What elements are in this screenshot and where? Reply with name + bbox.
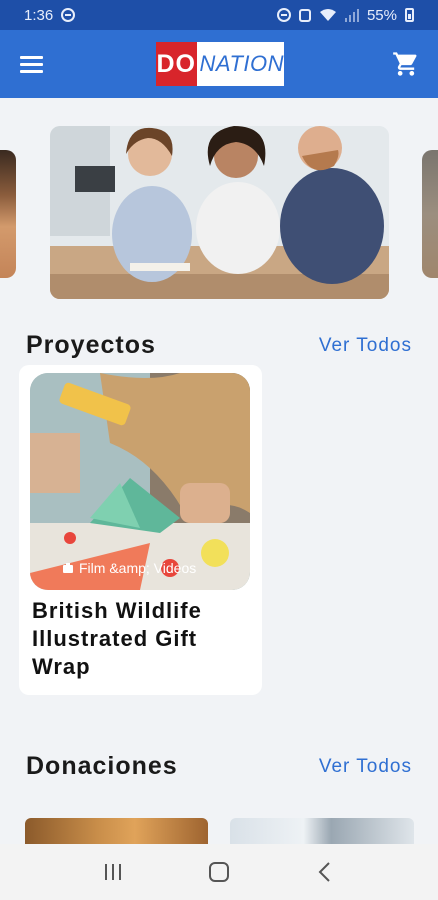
do-not-disturb-icon xyxy=(61,8,76,22)
battery-icon xyxy=(405,8,414,22)
back-icon xyxy=(318,862,330,882)
app-bar: DO NATION xyxy=(0,30,438,98)
projects-see-all-link[interactable]: Ver Todos xyxy=(319,335,412,357)
system-navigation-bar xyxy=(0,844,438,900)
menu-icon xyxy=(20,55,43,59)
donations-section-title: Donaciones xyxy=(26,752,178,780)
wifi-icon xyxy=(319,9,336,21)
alarm-icon xyxy=(276,8,291,22)
project-card[interactable]: Film &amp; Videos British Wildlife Illus… xyxy=(19,365,262,695)
recent-apps-icon xyxy=(105,864,121,880)
banner-carousel[interactable] xyxy=(0,126,438,301)
project-category-label: Film &amp; Videos xyxy=(79,560,197,576)
banner-image xyxy=(50,126,389,299)
cart-icon xyxy=(393,52,417,76)
carousel-slide-current[interactable] xyxy=(50,126,389,299)
donations-see-all-link[interactable]: Ver Todos xyxy=(319,756,412,778)
logo-do-text: DO xyxy=(156,42,197,86)
home-button[interactable] xyxy=(199,852,239,892)
status-time: 1:36 xyxy=(24,6,54,24)
project-category: Film &amp; Videos xyxy=(62,560,196,576)
carousel-slide-previous[interactable] xyxy=(0,150,16,278)
cart-button[interactable] xyxy=(392,50,420,78)
carousel-slide-next[interactable] xyxy=(422,150,438,278)
menu-button[interactable] xyxy=(20,49,50,79)
notification-icon xyxy=(298,8,311,22)
recent-apps-button[interactable] xyxy=(93,852,133,892)
status-bar: 1:36 55% xyxy=(0,0,438,30)
logo-nation-text: NATION xyxy=(199,51,284,76)
signal-icon xyxy=(344,9,359,22)
back-button[interactable] xyxy=(305,852,345,892)
camera-icon xyxy=(63,563,73,573)
projects-section-title: Proyectos xyxy=(26,331,156,359)
project-title: British Wildlife Illustrated Gift Wrap xyxy=(32,598,202,679)
project-image: Film &amp; Videos xyxy=(30,373,250,590)
app-logo: DO NATION xyxy=(156,42,284,86)
home-icon xyxy=(209,862,229,882)
battery-percent: 55% xyxy=(366,6,397,24)
